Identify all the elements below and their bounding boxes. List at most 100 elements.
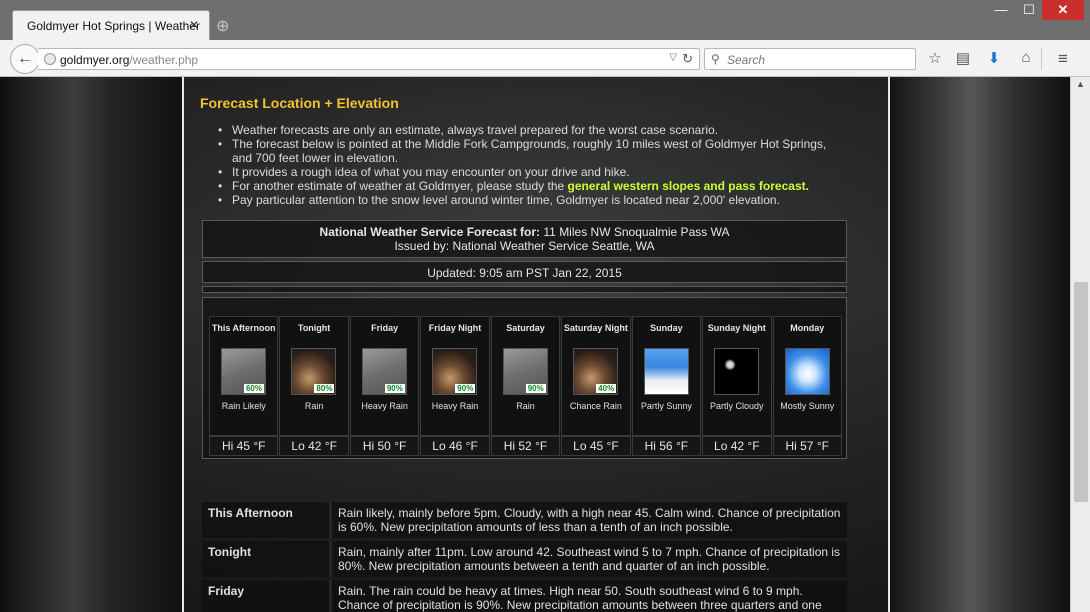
section-heading: Forecast Location + Elevation	[200, 95, 399, 111]
table-row: Tonight Rain, mainly after 11pm. Low arou…	[202, 541, 847, 577]
period-name: Friday Night	[428, 323, 482, 333]
url-bar[interactable]: goldmyer.org/weather.php ▽ ↻	[38, 48, 700, 70]
period-temperature: Lo 45 °F	[561, 436, 631, 456]
period-name: Sunday	[650, 323, 683, 333]
forecast-notes: Weather forecasts are only an estimate, …	[216, 123, 836, 207]
forecast-periods: This Afternoon 60% Rain Likely Tonight 80% Ra…	[209, 316, 842, 436]
period-temperature: Hi 45 °F	[209, 436, 279, 456]
table-row: This Afternoon Rain likely, mainly before…	[202, 502, 847, 538]
back-arrow-icon[interactable]: ←	[10, 44, 40, 74]
search-input[interactable]: ⚲ Search	[704, 48, 916, 70]
new-tab-icon[interactable]: ⊕	[216, 16, 229, 36]
period-description: Mostly Sunny	[780, 401, 835, 411]
period-name: This Afternoon	[211, 323, 276, 333]
navigation-toolbar: ← goldmyer.org/weather.php ▽ ↻ ⚲ Search …	[0, 40, 1090, 77]
content-column: Forecast Location + Elevation Weather fo…	[182, 77, 890, 612]
period-temperature: Hi 56 °F	[631, 436, 702, 456]
period-description: Heavy Rain	[361, 401, 408, 411]
title-bar: Goldmyer Hot Springs | Weather ✕ ⊕ — ☐ ✕	[0, 0, 1090, 40]
precip-chance: 40%	[596, 384, 617, 393]
period-name: Saturday Night	[563, 323, 628, 333]
detail-period-name: Friday	[202, 580, 332, 612]
partly-sunny-icon	[643, 348, 689, 395]
detail-text: Rain, mainly after 11pm. Low around 42. …	[332, 541, 847, 577]
period-name: Tonight	[297, 323, 331, 333]
precip-chance: 90%	[455, 384, 476, 393]
web-page: Forecast Location + Elevation Weather fo…	[0, 77, 1070, 612]
globe-icon	[44, 53, 56, 65]
detail-text: Rain. The rain could be heavy at times. …	[332, 580, 847, 612]
precip-chance: 60%	[243, 384, 264, 393]
dropdown-icon[interactable]: ▽	[669, 52, 677, 63]
detailed-forecast-table: This Afternoon Rain likely, mainly before…	[202, 499, 847, 612]
period-description: Partly Sunny	[640, 401, 692, 411]
forecast-period: Friday Night 90% Heavy Rain	[420, 316, 490, 436]
mostly-sunny-icon	[784, 348, 830, 395]
nws-header: National Weather Service Forecast for: 1…	[202, 220, 847, 258]
forecast-grid: This Afternoon 60% Rain Likely Tonight 80% Ra…	[202, 297, 847, 459]
forecast-period: Friday 90% Heavy Rain	[349, 316, 420, 436]
night-rain-icon: 80%	[291, 348, 337, 395]
period-description: Chance Rain	[569, 401, 622, 411]
period-description: Partly Cloudy	[710, 401, 764, 411]
period-name: Saturday	[506, 323, 545, 333]
forecast-period: Tonight 80% Rain	[279, 316, 349, 436]
background-forest-right	[890, 77, 1070, 612]
scroll-up-icon[interactable]: ▲	[1076, 79, 1085, 89]
period-description: Rain	[516, 401, 535, 411]
forecast-temps: Hi 45 °F Lo 42 °F Hi 50 °F Lo 46 °F Hi 52 °F…	[209, 436, 842, 456]
home-icon[interactable]: ⌂	[1015, 49, 1037, 69]
period-temperature: Hi 52 °F	[490, 436, 561, 456]
divider-bar	[202, 286, 847, 293]
rain-icon: 60%	[221, 348, 266, 395]
browser-tab[interactable]: Goldmyer Hot Springs | Weather ✕	[12, 10, 210, 40]
search-icon: ⚲	[711, 52, 720, 66]
period-temperature: Hi 57 °F	[772, 436, 842, 456]
list-item: The forecast below is pointed at the Mid…	[216, 137, 836, 165]
nws-label: National Weather Service Forecast for:	[319, 225, 541, 239]
period-description: Rain Likely	[221, 401, 266, 411]
search-placeholder: Search	[727, 53, 766, 67]
issued-by: Issued by: National Weather Service Seat…	[394, 239, 655, 253]
url-path: /weather.php	[129, 53, 199, 67]
forecast-period: This Afternoon 60% Rain Likely	[209, 316, 279, 436]
scroll-thumb[interactable]	[1074, 282, 1088, 502]
period-description: Heavy Rain	[431, 401, 479, 411]
list-item: Weather forecasts are only an estimate, …	[216, 123, 836, 137]
forecast-period: Saturday Night 40% Chance Rain	[561, 316, 631, 436]
list-item: It provides a rough idea of what you may…	[216, 165, 836, 179]
period-temperature: Lo 42 °F	[279, 436, 349, 456]
detail-period-name: Tonight	[202, 541, 332, 577]
updated-timestamp: Updated: 9:05 am PST Jan 22, 2015	[202, 261, 847, 283]
close-tab-icon[interactable]: ✕	[189, 18, 199, 32]
list-item: For another estimate of weather at Goldm…	[216, 179, 836, 193]
rain-icon: 90%	[361, 348, 407, 395]
background-forest-left	[0, 77, 182, 612]
list-item: Pay particular attention to the snow lev…	[216, 193, 836, 207]
period-name: Sunday Night	[707, 323, 766, 333]
forecast-period: Monday Mostly Sunny	[772, 316, 842, 436]
detail-text: Rain likely, mainly before 5pm. Cloudy, …	[332, 502, 847, 538]
precip-chance: 80%	[314, 384, 335, 393]
url-host: goldmyer.org	[60, 53, 130, 67]
close-window-icon[interactable]: ✕	[1042, 0, 1084, 20]
download-icon[interactable]: ⬇	[983, 49, 1005, 69]
nws-location: 11 Miles NW Snoqualmie Pass WA	[540, 225, 730, 239]
period-description: Rain	[304, 401, 324, 411]
period-temperature: Lo 42 °F	[702, 436, 772, 456]
note-text: For another estimate of weather at Goldm…	[232, 179, 568, 193]
vertical-scrollbar[interactable]: ▲	[1070, 77, 1090, 612]
western-slopes-forecast-link[interactable]: general western slopes and pass forecast…	[568, 179, 809, 193]
rain-icon: 90%	[502, 348, 548, 395]
reading-list-icon[interactable]: ▤	[952, 49, 974, 69]
period-name: Monday	[790, 323, 825, 333]
night-rain-icon: 40%	[573, 348, 619, 395]
night-rain-icon: 90%	[432, 348, 478, 395]
reload-icon[interactable]: ↻	[682, 51, 693, 67]
precip-chance: 90%	[384, 384, 405, 393]
precip-chance: 90%	[525, 384, 546, 393]
forecast-period: Saturday 90% Rain	[490, 316, 561, 436]
menu-icon[interactable]: ≡	[1052, 49, 1074, 69]
bookmark-star-icon[interactable]: ☆	[924, 49, 946, 69]
partly-cloudy-night-icon	[714, 348, 760, 395]
